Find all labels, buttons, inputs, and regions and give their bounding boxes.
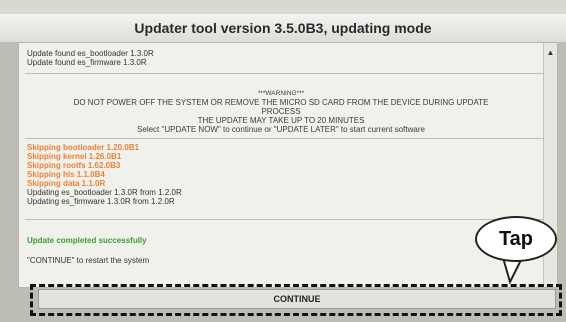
updating-line: Updating es_bootloader 1.3.0R from 1.2.0… bbox=[27, 188, 182, 197]
warning-line: THE UPDATE MAY TAKE UP TO 20 MINUTES bbox=[197, 116, 365, 125]
log-content: Update found es_bootloader 1.3.0R Update… bbox=[19, 43, 543, 287]
tap-callout: Tap bbox=[475, 216, 557, 262]
divider bbox=[25, 138, 543, 139]
skip-line: Skipping rootfs 1.62.0B3 bbox=[27, 161, 121, 170]
window-title: Updater tool version 3.5.0B3, updating m… bbox=[0, 14, 566, 42]
screen-bezel bbox=[0, 0, 566, 14]
divider bbox=[25, 219, 543, 220]
continue-button[interactable]: CONTINUE bbox=[38, 289, 556, 309]
continue-hint: "CONTINUE" to restart the system bbox=[27, 256, 150, 265]
skip-line: Skipping kernel 1.26.0B1 bbox=[27, 152, 122, 161]
skip-line: Skipping bootloader 1.20.0B1 bbox=[27, 143, 140, 152]
warning-line: PROCESS bbox=[261, 107, 301, 116]
success-message: Update completed successfully bbox=[27, 236, 147, 245]
warning-line: Select "UPDATE NOW" to continue or "UPDA… bbox=[137, 125, 425, 134]
log-line: Update found es_bootloader 1.3.0R bbox=[27, 49, 154, 58]
skip-line: Skipping hls 1.1.0B4 bbox=[27, 170, 105, 179]
warning-title: ***WARNING*** bbox=[257, 90, 305, 97]
success-section: Update completed successfully bbox=[19, 236, 543, 245]
triangle-up-icon[interactable]: ▲ bbox=[545, 47, 556, 58]
warning-section: ***WARNING*** DO NOT POWER OFF THE SYSTE… bbox=[19, 89, 543, 134]
log-panel[interactable]: Update found es_bootloader 1.3.0R Update… bbox=[18, 42, 558, 288]
warning-line: DO NOT POWER OFF THE SYSTEM OR REMOVE TH… bbox=[73, 98, 489, 107]
continue-hint-section: "CONTINUE" to restart the system bbox=[19, 256, 543, 265]
divider bbox=[25, 73, 543, 74]
log-line: Update found es_firmware 1.3.0R bbox=[27, 58, 147, 67]
update-steps-section: Skipping bootloader 1.20.0B1 Skipping ke… bbox=[19, 143, 543, 206]
skip-line: Skipping data 1.1.0R bbox=[27, 179, 106, 188]
updating-line: Updating es_firmware 1.3.0R from 1.2.0R bbox=[27, 197, 175, 206]
found-section: Update found es_bootloader 1.3.0R Update… bbox=[19, 49, 543, 67]
